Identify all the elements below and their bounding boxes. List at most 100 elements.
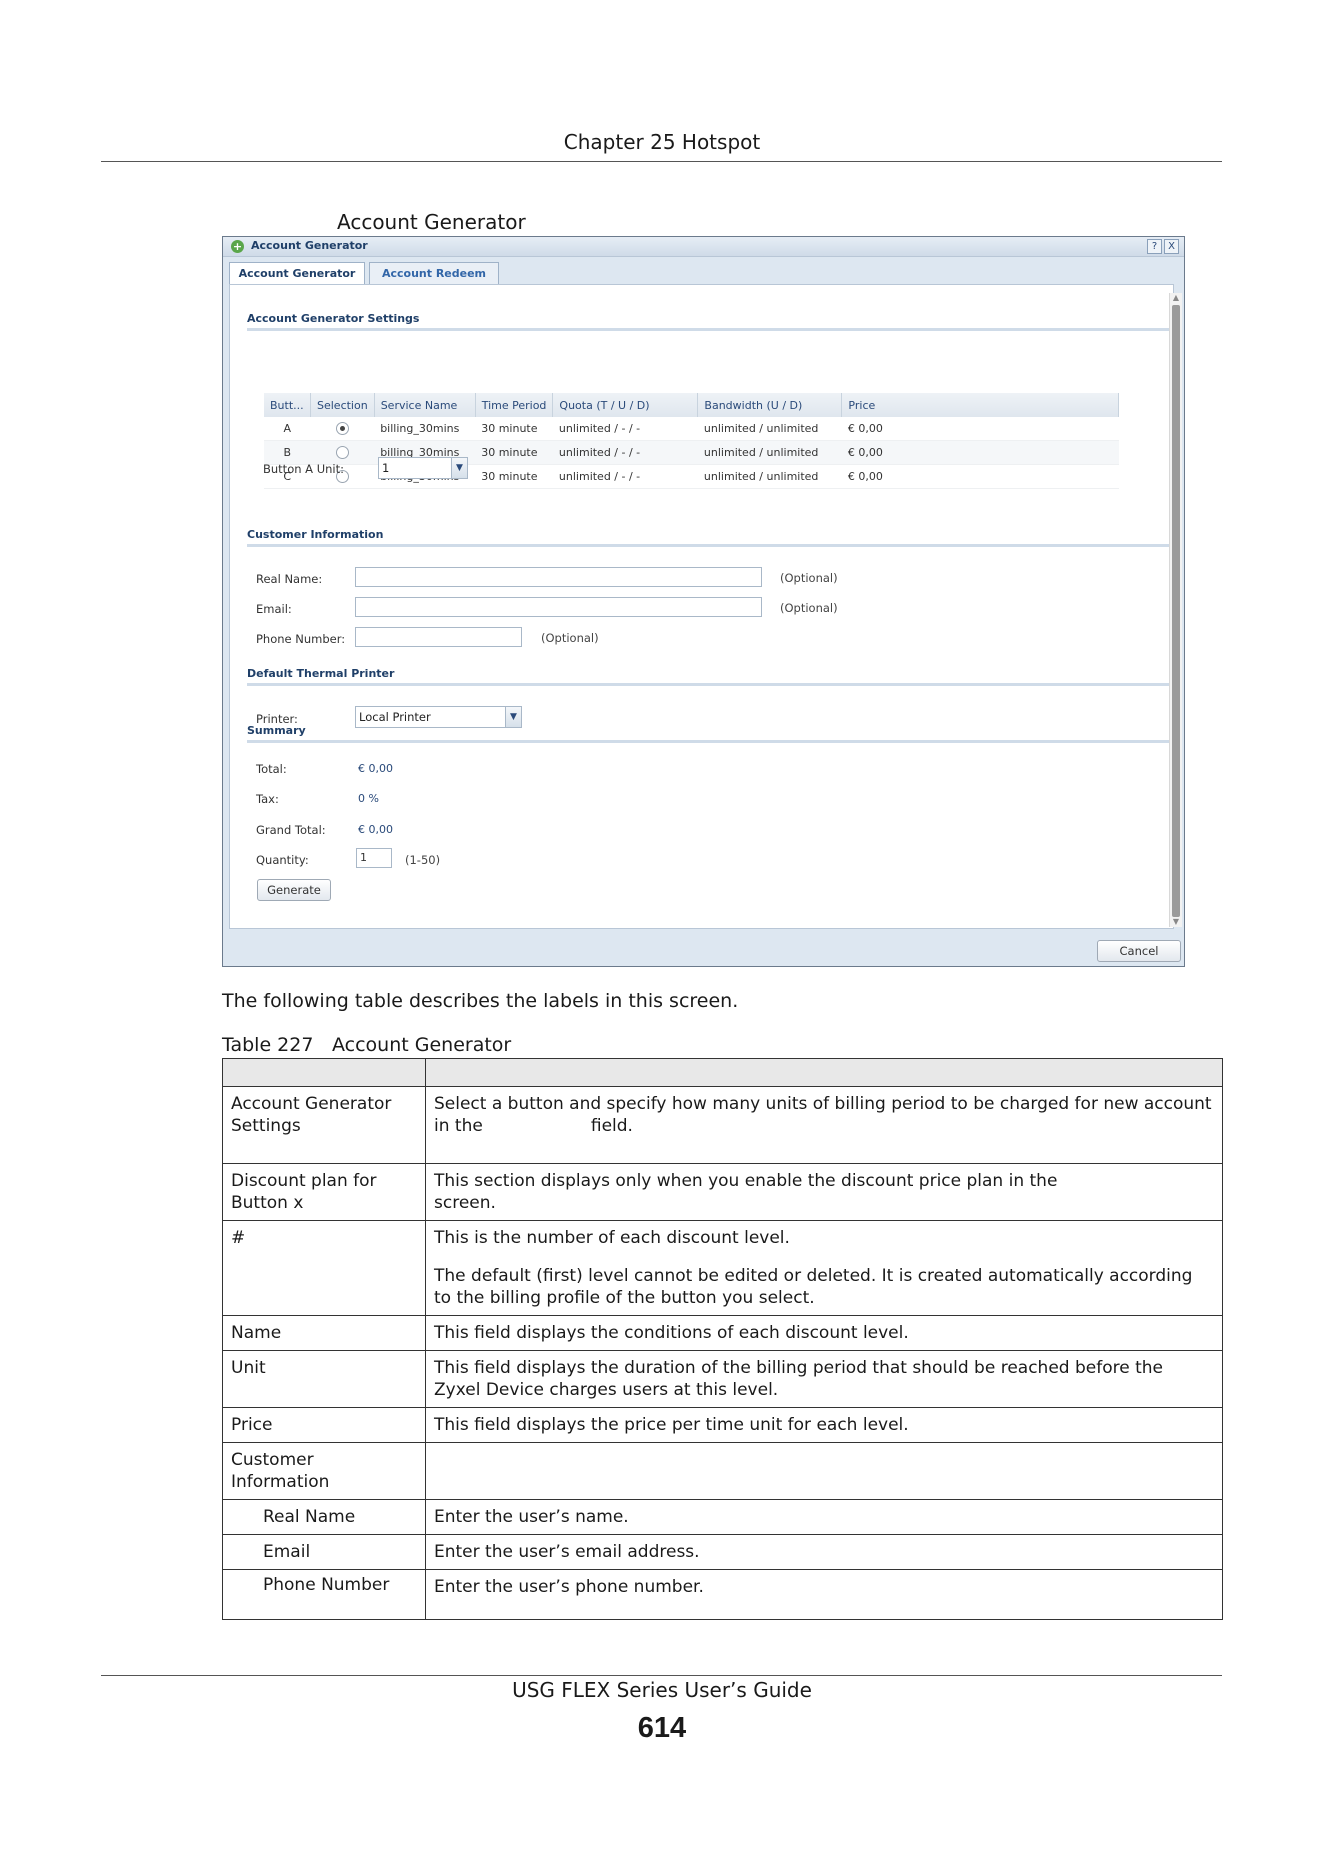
page-number: 614 bbox=[637, 1712, 687, 1744]
section-divider bbox=[247, 683, 1172, 686]
row-description: This is the number of each discount leve… bbox=[425, 1220, 1223, 1316]
cell-button: B bbox=[264, 440, 311, 465]
col-header-price[interactable]: Price bbox=[841, 393, 1119, 417]
row-description: Select a button and specify how many uni… bbox=[425, 1086, 1223, 1164]
phone-number-label: Phone Number: bbox=[256, 632, 346, 646]
row-description bbox=[425, 1442, 1223, 1500]
row-description: This field displays the conditions of ea… bbox=[425, 1315, 1223, 1351]
button-unit-value: 1 bbox=[382, 461, 390, 475]
section-divider bbox=[247, 544, 1172, 547]
table-caption-number: Table 227 bbox=[222, 1034, 314, 1056]
col-header-button[interactable]: Butt... bbox=[264, 393, 311, 417]
optional-note: (Optional) bbox=[780, 601, 838, 615]
quantity-input[interactable]: 1 bbox=[356, 848, 392, 868]
total-label: Total: bbox=[256, 762, 287, 776]
section-divider bbox=[247, 328, 1172, 331]
row-label: Customer Information bbox=[222, 1442, 426, 1500]
cell-time-period: 30 minute bbox=[475, 417, 553, 441]
footer-guide-title: USG FLEX Series User’s Guide bbox=[512, 1678, 812, 1702]
cancel-button[interactable]: Cancel bbox=[1097, 940, 1181, 962]
row-description: This section displays only when you enab… bbox=[425, 1163, 1223, 1221]
content-panel: Account Generator Settings Butt... Selec… bbox=[229, 284, 1174, 929]
vertical-scrollbar[interactable]: ▲ ▼ bbox=[1169, 293, 1182, 927]
scrollbar-thumb[interactable] bbox=[1172, 305, 1180, 917]
scroll-down-icon[interactable]: ▼ bbox=[1170, 917, 1182, 927]
row-label: Unit bbox=[222, 1350, 426, 1408]
email-input[interactable] bbox=[355, 597, 762, 617]
close-icon[interactable]: X bbox=[1164, 239, 1179, 254]
row-label: # bbox=[222, 1220, 426, 1316]
tab-account-redeem[interactable]: Account Redeem bbox=[369, 262, 499, 285]
chevron-down-icon[interactable]: ▼ bbox=[505, 707, 521, 727]
window-titlebar: + Account Generator ? X bbox=[223, 237, 1184, 257]
window-title: Account Generator bbox=[251, 239, 368, 252]
table-header-row bbox=[222, 1058, 1223, 1087]
row-label: Phone Number bbox=[222, 1569, 426, 1620]
row-description: This field displays the duration of the … bbox=[425, 1350, 1223, 1408]
row-description: Enter the user’s email address. bbox=[425, 1534, 1223, 1570]
generate-button[interactable]: Generate bbox=[257, 879, 331, 901]
cell-quota: unlimited / - / - bbox=[552, 417, 698, 441]
header-cell-description bbox=[425, 1058, 1223, 1087]
row-label: Price bbox=[222, 1407, 426, 1443]
cell-button: A bbox=[264, 417, 311, 441]
table-row: Price This field displays the price per … bbox=[222, 1407, 1223, 1443]
grand-total-label: Grand Total: bbox=[256, 823, 326, 837]
button-unit-select[interactable]: 1 ▼ bbox=[378, 457, 468, 479]
account-generator-window: + Account Generator ? X Account Generato… bbox=[222, 236, 1185, 967]
tab-account-generator[interactable]: Account Generator bbox=[229, 262, 365, 285]
optional-note: (Optional) bbox=[541, 631, 599, 645]
col-header-quota[interactable]: Quota (T / U / D) bbox=[552, 393, 699, 417]
cell-price: € 0,00 bbox=[841, 417, 1119, 441]
cell-bandwidth: unlimited / unlimited bbox=[697, 464, 842, 489]
section-title-summary: Summary bbox=[247, 724, 306, 737]
optional-note: (Optional) bbox=[780, 571, 838, 585]
tax-label: Tax: bbox=[256, 792, 279, 806]
row-label: Real Name bbox=[222, 1499, 426, 1535]
scroll-up-icon[interactable]: ▲ bbox=[1170, 293, 1182, 303]
figure-title: Account Generator bbox=[337, 210, 526, 234]
cell-quota: unlimited / - / - bbox=[552, 464, 698, 489]
radio-button[interactable] bbox=[335, 446, 349, 460]
real-name-label: Real Name: bbox=[256, 572, 323, 586]
row-description-line: This is the number of each discount leve… bbox=[434, 1228, 790, 1248]
table-row: Customer Information bbox=[222, 1442, 1223, 1500]
total-value: € 0,00 bbox=[358, 762, 393, 775]
printer-value: Local Printer bbox=[359, 710, 431, 724]
table-row: Discount plan for Button x This section … bbox=[222, 1163, 1223, 1221]
table-caption: Table 227 Account Generator bbox=[222, 1034, 511, 1056]
col-header-bandwidth[interactable]: Bandwidth (U / D) bbox=[697, 393, 843, 417]
help-icon[interactable]: ? bbox=[1147, 239, 1162, 254]
plus-icon: + bbox=[231, 240, 244, 253]
row-description: Enter the user’s phone number. bbox=[425, 1569, 1223, 1620]
cell-time-period: 30 minute bbox=[475, 464, 553, 489]
row-description-note: The default (first) level cannot be edit… bbox=[434, 1266, 1193, 1308]
col-header-service-name[interactable]: Service Name bbox=[374, 393, 476, 417]
real-name-input[interactable] bbox=[355, 567, 762, 587]
quantity-label: Quantity: bbox=[256, 853, 309, 867]
header-rule bbox=[101, 161, 1222, 162]
cell-time-period: 30 minute bbox=[475, 440, 553, 465]
table-row: Account Generator Settings Select a butt… bbox=[222, 1086, 1223, 1164]
table-row: Unit This field displays the duration of… bbox=[222, 1350, 1223, 1408]
table-row: Email Enter the user’s email address. bbox=[222, 1534, 1223, 1570]
email-label: Email: bbox=[256, 602, 292, 616]
col-header-time-period[interactable]: Time Period bbox=[475, 393, 554, 417]
footer-rule bbox=[101, 1675, 1222, 1676]
section-title-printer: Default Thermal Printer bbox=[247, 667, 395, 680]
col-header-selection[interactable]: Selection bbox=[310, 393, 375, 417]
radio-button-selected[interactable] bbox=[335, 422, 349, 436]
chevron-down-icon[interactable]: ▼ bbox=[451, 458, 467, 478]
phone-number-input[interactable] bbox=[355, 627, 522, 647]
table-row[interactable]: A billing_30mins 30 minute unlimited / -… bbox=[264, 417, 1119, 441]
printer-select[interactable]: Local Printer ▼ bbox=[355, 706, 522, 728]
intro-paragraph: The following table describes the labels… bbox=[222, 990, 739, 1012]
cell-selection bbox=[310, 440, 375, 465]
row-description: Enter the user’s name. bbox=[425, 1499, 1223, 1535]
cell-selection bbox=[310, 417, 375, 441]
cell-bandwidth: unlimited / unlimited bbox=[697, 417, 842, 441]
cell-bandwidth: unlimited / unlimited bbox=[697, 440, 842, 465]
row-label: Discount plan for Button x bbox=[222, 1163, 426, 1221]
header-cell-label bbox=[222, 1058, 426, 1087]
cell-price: € 0,00 bbox=[841, 440, 1119, 465]
